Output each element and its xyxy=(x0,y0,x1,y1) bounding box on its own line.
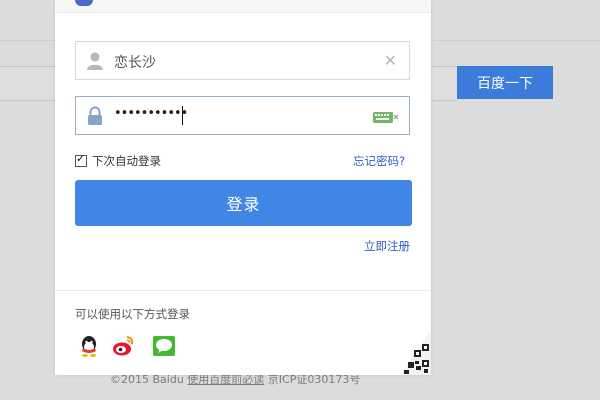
login-button[interactable]: 登录 xyxy=(75,180,412,226)
keyboard-icon[interactable] xyxy=(373,110,399,124)
wechat-icon[interactable] xyxy=(152,334,176,358)
password-field[interactable]: ••••••••••• xyxy=(75,96,410,135)
clear-icon[interactable]: ✕ xyxy=(384,51,397,70)
remember-label: 下次自动登录 xyxy=(92,154,161,168)
background-search-button[interactable]: 百度一下 xyxy=(457,66,553,99)
dialog-header xyxy=(55,0,431,13)
remember-checkbox[interactable] xyxy=(75,152,87,167)
weibo-icon[interactable] xyxy=(111,334,135,358)
username-value: 恋长沙 xyxy=(114,55,156,71)
user-icon xyxy=(87,52,103,70)
username-field[interactable]: 恋长沙 ✕ xyxy=(75,41,410,80)
password-value: ••••••••••• xyxy=(114,106,188,121)
text-caret xyxy=(182,106,183,125)
qrcode-icon[interactable] xyxy=(400,330,431,375)
login-dialog: 恋长沙 ✕ ••••••••••• 下次自动登录 忘记密码? 登录 立即注册 可… xyxy=(55,0,431,375)
qq-icon[interactable] xyxy=(77,334,101,358)
remember-me[interactable]: 下次自动登录 xyxy=(75,152,161,169)
lock-icon xyxy=(88,106,102,125)
forgot-password-link[interactable]: 忘记密码? xyxy=(353,153,405,169)
dialog-divider xyxy=(55,290,431,291)
register-link[interactable]: 立即注册 xyxy=(364,238,410,254)
other-login-label: 可以使用以下方式登录 xyxy=(75,307,190,321)
